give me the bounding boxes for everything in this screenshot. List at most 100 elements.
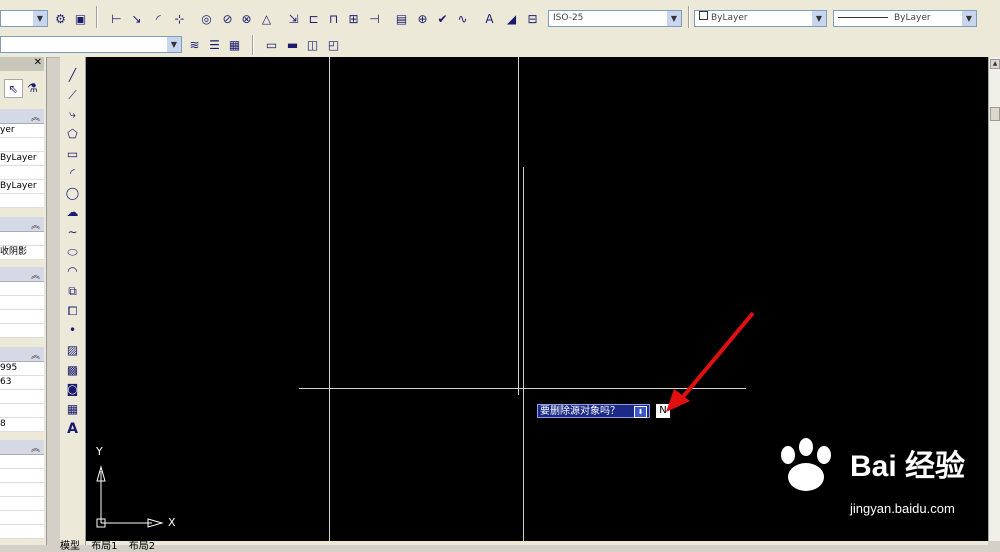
arc-icon[interactable]: ◜ [64, 164, 81, 181]
dimension-space-icon[interactable]: ⊞ [345, 10, 362, 27]
layer-properties-icon[interactable]: ≋ [186, 36, 203, 53]
prop-empty [0, 310, 44, 324]
layer-make-current-icon[interactable]: ☰ [206, 36, 223, 53]
color-combo[interactable]: ByLayer ▼ [694, 10, 827, 27]
prop-empty [0, 194, 44, 208]
dimension-break-icon[interactable]: ⊣ [366, 10, 383, 27]
prop-linetype[interactable]: ByLayer [0, 152, 44, 166]
ordinate-dimension-icon[interactable]: ⊹ [171, 10, 188, 27]
prop-empty [0, 390, 44, 404]
collapse-icon: ︽ [30, 271, 40, 281]
linetype-combo[interactable]: ByLayer ▼ [833, 10, 977, 27]
tab-layout2[interactable]: 布局2 [129, 541, 155, 552]
make-block-icon[interactable]: ⧠ [64, 302, 81, 319]
tab-model[interactable]: 模型 [60, 541, 80, 552]
layer-state-icon[interactable]: ⚙ [52, 10, 69, 27]
select-objects-icon[interactable]: ⇖ [4, 79, 23, 98]
prop-shadow[interactable]: 收阴影 [0, 246, 44, 260]
angular-dimension-icon[interactable]: △ [258, 10, 275, 27]
prop-empty [0, 166, 44, 180]
prop-center-y[interactable]: 63 [0, 376, 44, 390]
dimension-edit-icon[interactable]: A [481, 10, 498, 27]
rectangle-icon[interactable]: ▭ [64, 145, 81, 162]
ellipse-icon[interactable]: ⬭ [64, 243, 81, 260]
properties-palette: ✕ ⇖ ⚗ ︽ yer ByLayer ByLayer ︽ 收阴影 ︽ ︽ 99… [0, 57, 47, 545]
linear-dimension-icon[interactable]: ⊢ [108, 10, 125, 27]
view-section-header[interactable]: ︽ [0, 347, 44, 362]
point-icon[interactable]: • [64, 321, 81, 338]
prop-empty [0, 483, 44, 497]
continue-dimension-icon[interactable]: ⊓ [325, 10, 342, 27]
baseline-dimension-icon[interactable]: ⊏ [305, 10, 322, 27]
spline-icon[interactable]: ∼ [64, 223, 81, 240]
misc-section-header[interactable]: ︽ [0, 440, 44, 455]
layer-previous-icon[interactable]: ▣ [72, 10, 89, 27]
line-icon[interactable]: ╱ [64, 66, 81, 83]
polygon-icon[interactable]: ⬠ [64, 125, 81, 142]
3d-effects-section-header[interactable]: ︽ [0, 217, 44, 232]
ucs-x-label: X [168, 516, 176, 529]
prop-empty [0, 525, 44, 539]
geometry-section-header[interactable]: ︽ [0, 267, 44, 282]
quick-select-icon[interactable]: ⚗ [24, 79, 41, 96]
prop-layer[interactable]: yer [0, 124, 44, 138]
arc-length-icon[interactable]: ◜ [150, 10, 167, 27]
scroll-up-icon[interactable]: ▲ [990, 59, 1000, 69]
layer-walk-icon[interactable]: ▦ [226, 36, 243, 53]
close-icon[interactable]: ✕ [34, 57, 42, 68]
prop-lineweight[interactable]: ByLayer [0, 180, 44, 194]
prop-empty [0, 404, 44, 418]
multiline-text-icon[interactable]: A [64, 420, 81, 437]
diameter-dimension-icon[interactable]: ⊗ [238, 10, 255, 27]
dimension-style-value: ISO-25 [553, 13, 584, 23]
aligned-dimension-icon[interactable]: ↘ [128, 10, 145, 27]
layer-combo[interactable]: ▼ [0, 10, 48, 27]
general-section-header[interactable]: ︽ [0, 109, 44, 124]
collapse-icon: ︽ [30, 444, 40, 454]
dimension-update-icon[interactable]: ⊟ [524, 10, 541, 27]
prop-empty [0, 138, 44, 152]
drawing-canvas[interactable]: 要删除源对象吗？ ⬇ N Y X Bai 经验 jingyan.baidu.co… [86, 57, 988, 541]
linetype-preview-icon [838, 17, 888, 18]
prop-empty [0, 511, 44, 525]
viewport-clip-icon[interactable]: ▬ [284, 36, 301, 53]
inspection-icon[interactable]: ✔ [434, 10, 451, 27]
layer-filter-combo[interactable]: ▼ [0, 36, 182, 53]
scroll-thumb[interactable] [990, 107, 1000, 121]
gradient-icon[interactable]: ▩ [64, 361, 81, 378]
chevron-down-icon: ▼ [167, 37, 181, 52]
table-icon[interactable]: ▦ [64, 400, 81, 417]
prop-empty [0, 469, 44, 483]
radius-dimension-icon[interactable]: ◎ [198, 10, 215, 27]
horizontal-scrollbar[interactable] [86, 541, 988, 545]
prop-center-x[interactable]: 995 [0, 362, 44, 376]
chevron-down-icon: ▼ [33, 11, 47, 26]
viewport-lock-icon[interactable]: ◰ [325, 36, 342, 53]
collapse-icon: ︽ [30, 351, 40, 361]
prop-height[interactable]: 8 [0, 418, 44, 432]
viewport-icon[interactable]: ▭ [263, 36, 280, 53]
toolbar-separator [688, 6, 690, 28]
jogged-dimension-icon[interactable]: ⊘ [219, 10, 236, 27]
draw-toolbar: ╱ ⟋ ⤷ ⬠ ▭ ◜ ◯ ☁ ∼ ⬭ ◠ ⧉ ⧠ • ▨ ▩ ◙ ▦ A [60, 57, 86, 545]
linetype-value: ByLayer [894, 13, 931, 23]
construction-line-icon[interactable]: ⟋ [64, 86, 81, 103]
hatch-icon[interactable]: ▨ [64, 341, 81, 358]
circle-icon[interactable]: ◯ [64, 184, 81, 201]
vertical-scrollbar[interactable]: ▲ [988, 57, 1000, 541]
center-mark-icon[interactable]: ⊕ [414, 10, 431, 27]
region-icon[interactable]: ◙ [64, 380, 81, 397]
quick-dimension-icon[interactable]: ⇲ [285, 10, 302, 27]
ellipse-arc-icon[interactable]: ◠ [64, 262, 81, 279]
tab-layout1[interactable]: 布局1 [91, 541, 117, 552]
jogged-linear-icon[interactable]: ∿ [454, 10, 471, 27]
insert-block-icon[interactable]: ⧉ [64, 282, 81, 299]
dimension-text-edit-icon[interactable]: ◢ [503, 10, 520, 27]
revision-cloud-icon[interactable]: ☁ [64, 203, 81, 220]
polyline-icon[interactable]: ⤷ [64, 105, 81, 122]
viewport-scale-icon[interactable]: ◫ [304, 36, 321, 53]
tolerance-icon[interactable]: ▤ [393, 10, 410, 27]
color-swatch-icon [699, 11, 708, 20]
dimension-style-combo[interactable]: ISO-25 ▼ [548, 10, 682, 27]
ucs-y-label: Y [96, 445, 103, 458]
